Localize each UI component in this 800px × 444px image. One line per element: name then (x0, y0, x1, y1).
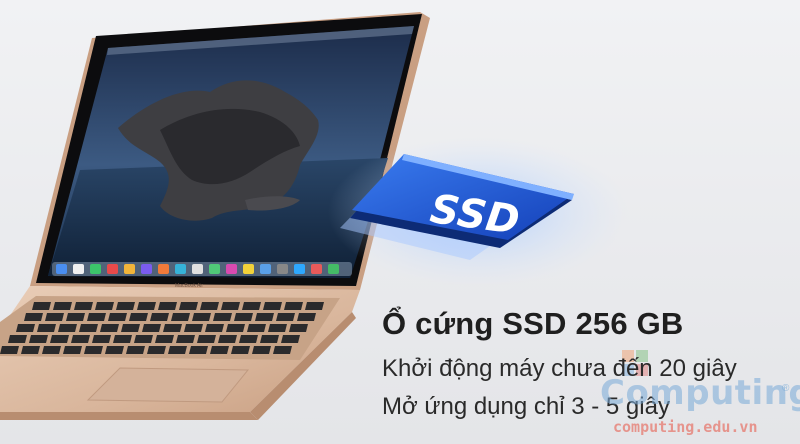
dock-icons (56, 264, 339, 274)
keyboard-key (32, 302, 51, 310)
keyboard-key (189, 346, 208, 354)
headline: Ổ cứng SSD 256 GB (382, 306, 684, 341)
keyboard-key (242, 302, 261, 310)
keyboard-key (252, 346, 271, 354)
dock-app-icon (192, 264, 203, 274)
keyboard-key (213, 313, 232, 321)
keyboard-key (176, 335, 195, 343)
dock-app-icon (90, 264, 101, 274)
laptop-brand-label: MacBook Air (175, 283, 203, 289)
keyboard-key (53, 302, 72, 310)
dock-app-icon (243, 264, 254, 274)
ssd-chip: SSD (328, 137, 628, 287)
keyboard-key (218, 335, 237, 343)
keyboard-key (84, 346, 103, 354)
keyboard-key (66, 313, 85, 321)
keyboard-key (87, 313, 106, 321)
keyboard-key (163, 324, 182, 332)
keyboard-key (231, 346, 250, 354)
keyboard-key (71, 335, 90, 343)
keyboard-key (16, 324, 35, 332)
keyboard-key (0, 346, 19, 354)
keyboard-key (105, 346, 124, 354)
keyboard-key (179, 302, 198, 310)
keyboard-key (221, 302, 240, 310)
keyboard-key (263, 302, 282, 310)
keyboard-key (92, 335, 111, 343)
dock-app-icon (277, 264, 288, 274)
keyboard-key (116, 302, 135, 310)
keyboard-key (29, 335, 48, 343)
keyboard-key (284, 302, 303, 310)
keyboard-key (273, 346, 292, 354)
dock-app-icon (141, 264, 152, 274)
keyboard-key (168, 346, 187, 354)
keyboard-key (63, 346, 82, 354)
keyboard-key (268, 324, 287, 332)
keyboard-key (197, 335, 216, 343)
watermark-url: computing.edu.vn (613, 418, 758, 436)
keyboard-key (297, 313, 316, 321)
keyboard-key (158, 302, 177, 310)
watermark-registered: ® (782, 383, 790, 394)
dock-app-icon (226, 264, 237, 274)
keyboard-key (234, 313, 253, 321)
keyboard-key (281, 335, 300, 343)
keyboard-key (134, 335, 153, 343)
keyboard-key (100, 324, 119, 332)
keyboard-key (200, 302, 219, 310)
keyboard-key (147, 346, 166, 354)
watermark-logo: Computing (600, 373, 800, 413)
keyboard-key (289, 324, 308, 332)
keyboard-key (74, 302, 93, 310)
keyboard-key (260, 335, 279, 343)
keyboard-key (8, 335, 27, 343)
keyboard-key (205, 324, 224, 332)
keyboard-key (45, 313, 64, 321)
keyboard-key (42, 346, 61, 354)
laptop-base (0, 286, 360, 420)
keyboard-key (121, 324, 140, 332)
keyboard-key (137, 302, 156, 310)
keyboard-key (95, 302, 114, 310)
dock-app-icon (209, 264, 220, 274)
keyboard-key (184, 324, 203, 332)
keyboard-key (24, 313, 43, 321)
dock-app-icon (260, 264, 271, 274)
dock-app-icon (56, 264, 67, 274)
dock-app-icon (311, 264, 322, 274)
keyboard-key (21, 346, 40, 354)
keyboard-key (171, 313, 190, 321)
keyboard-key (247, 324, 266, 332)
keyboard-key (305, 302, 324, 310)
keyboard-key (142, 324, 161, 332)
dock-app-icon (107, 264, 118, 274)
keyboard-key (192, 313, 211, 321)
keyboard-key (255, 313, 274, 321)
keyboard-key (239, 335, 258, 343)
keyboard-key (79, 324, 98, 332)
dock-app-icon (175, 264, 186, 274)
keyboard-key (37, 324, 56, 332)
keyboard-key (50, 335, 69, 343)
dock-app-icon (328, 264, 339, 274)
dock-app-icon (158, 264, 169, 274)
keyboard-key (129, 313, 148, 321)
dock-app-icon (124, 264, 135, 274)
keyboard-key (126, 346, 145, 354)
keyboard-key (150, 313, 169, 321)
keyboard-key (155, 335, 174, 343)
keyboard-key (210, 346, 229, 354)
keyboard-key (113, 335, 132, 343)
keyboard-key (58, 324, 77, 332)
keyboard-key (226, 324, 245, 332)
keyboard-key (108, 313, 127, 321)
keyboard-key (276, 313, 295, 321)
dock-app-icon (73, 264, 84, 274)
dock-app-icon (294, 264, 305, 274)
